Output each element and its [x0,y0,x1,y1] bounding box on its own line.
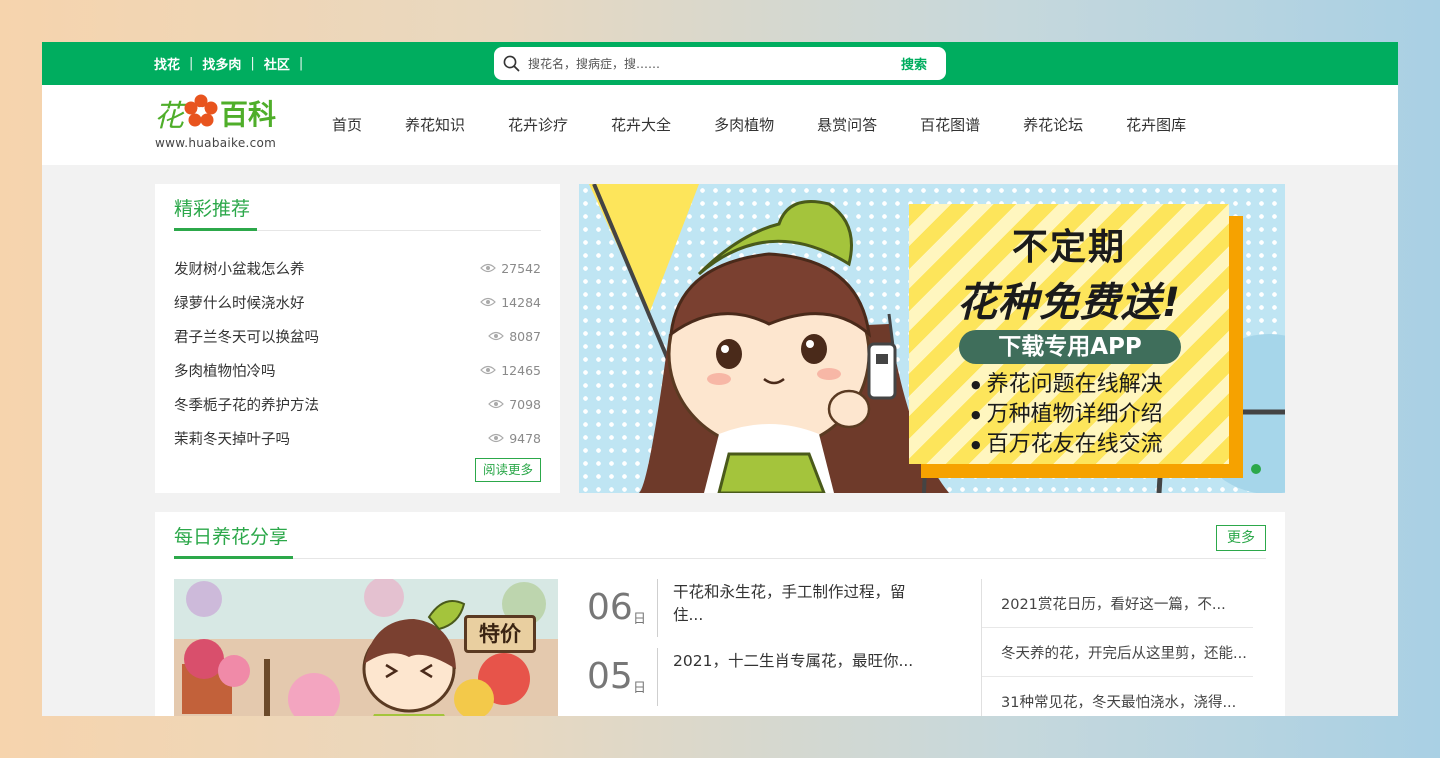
sale-tag: 特价 [464,615,536,653]
nav-item-atlas[interactable]: 百花图谱 [920,114,980,135]
dated-article-title: 2021，十二生肖专属花，最旺你... [673,652,914,670]
view-count: 7098 [488,397,541,412]
date-number: 06 日 [587,579,657,637]
logo-name-part2: 百科 [220,98,277,131]
view-count: 27542 [480,261,541,276]
eye-icon [488,331,505,341]
more-button[interactable]: 更多 [1216,525,1266,551]
promo-bullet: 万种植物详细介绍 [971,400,1163,430]
separator: | [298,56,304,71]
article-title: 茉莉冬天掉叶子吗 [174,431,290,448]
view-count-value: 14284 [501,294,541,310]
logo-url: www.huabaike.com [155,136,277,150]
list-item[interactable]: 31种常见花，冬天最怕浇水，浇得... [982,677,1253,716]
article-title: 多肉植物怕冷吗 [174,363,276,380]
nav-item-succulents[interactable]: 多肉植物 [714,114,774,135]
promo-line-1: 不定期 [1011,227,1126,268]
featured-photo[interactable]: 特价 [174,579,558,716]
nav-item-home[interactable]: 首页 [332,114,362,135]
date-unit: 日 [633,612,647,627]
download-app-pill: 下载专用APP [959,330,1181,364]
top-links: 找花 | 找多肉 | 社区 | [154,54,312,73]
daily-title: 每日养花分享 [174,526,289,548]
title-underline [174,556,293,559]
list-item[interactable]: 茉莉冬天掉叶子吗 9478 [174,421,541,455]
date-number: 05 日 [587,648,657,706]
dated-article-title: 干花和永生花，手工制作过程，留住... [673,583,906,624]
featured-title: 精彩推荐 [174,198,251,220]
nav-item-diagnosis[interactable]: 花卉诊疗 [508,114,568,135]
promo-bullet: 养花问题在线解决 [971,370,1163,400]
promo-banner[interactable]: 不定期 花种免费送! 下载专用APP 养花问题在线解决 万种植物详细介绍 百万花… [579,184,1285,493]
site-logo[interactable]: 花 百科 www.huabaike.com [154,89,294,153]
logo-text: 花 百科 [154,93,277,134]
flower-icon [184,94,218,132]
separator: | [250,56,255,71]
read-more-button[interactable]: 阅读更多 [475,458,541,482]
view-count-value: 7098 [509,396,541,412]
nav-item-gallery[interactable]: 花卉图库 [1126,114,1186,135]
nav-item-qa[interactable]: 悬赏问答 [817,114,877,135]
search-button[interactable]: 搜索 [882,54,946,73]
view-count: 8087 [488,329,541,344]
dated-article[interactable]: 06 日 干花和永生花，手工制作过程，留住... [587,579,928,637]
eye-icon [480,263,497,273]
list-item[interactable]: 绿萝什么时候浇水好 14284 [174,285,541,319]
featured-panel: 精彩推荐 发财树小盆栽怎么养 27542 绿萝什么时候浇水好 14284 君子兰… [155,184,560,493]
daily-share-panel: 每日养花分享 更多 特价 06 日 干花和永生花，手工制作过程，留住... 05… [155,512,1285,716]
article-title: 发财树小盆栽怎么养 [174,261,305,278]
title-underline [174,228,257,231]
dated-article[interactable]: 05 日 2021，十二生肖专属花，最旺你... [587,648,928,706]
view-count-value: 27542 [501,260,541,276]
search-input[interactable] [528,48,882,79]
main-nav: 首页 养花知识 花卉诊疗 花卉大全 多肉植物 悬赏问答 百花图谱 养花论坛 花卉… [332,114,1229,135]
promo-card: 不定期 花种免费送! 下载专用APP 养花问题在线解决 万种植物详细介绍 百万花… [909,204,1229,464]
list-item[interactable]: 发财树小盆栽怎么养 27542 [174,251,541,285]
featured-list: 发财树小盆栽怎么养 27542 绿萝什么时候浇水好 14284 君子兰冬天可以换… [174,251,541,455]
top-link-flowers[interactable]: 找花 [154,54,180,73]
divider [174,558,1266,559]
top-bar: 找花 | 找多肉 | 社区 | 搜索 [42,42,1398,85]
eye-icon [480,365,497,375]
eye-icon [488,399,505,409]
date-day: 06 [587,587,633,628]
side-article-list: 2021赏花日历，看好这一篇，不... 冬天养的花，开完后从这里剪，还能... … [981,579,1253,716]
list-item[interactable]: 冬季栀子花的养护方法 7098 [174,387,541,421]
promo-bullets: 养花问题在线解决 万种植物详细介绍 百万花友在线交流 [971,370,1163,460]
view-count: 14284 [480,295,541,310]
list-item[interactable]: 2021赏花日历，看好这一篇，不... [982,579,1253,628]
search-box: 搜索 [494,47,946,80]
list-item[interactable]: 君子兰冬天可以换盆吗 8087 [174,319,541,353]
carousel-indicator[interactable] [1251,464,1261,474]
logo-name-part1: 花 [154,99,184,134]
top-link-succulents[interactable]: 找多肉 [202,54,241,73]
view-count-value: 8087 [509,328,541,344]
view-count-value: 9478 [509,430,541,446]
promo-line-2: 花种免费送! [956,280,1182,326]
search-icon [494,47,528,80]
nav-item-forum[interactable]: 养花论坛 [1023,114,1083,135]
view-count-value: 12465 [501,362,541,378]
promo-bullet: 百万花友在线交流 [971,430,1163,460]
article-title: 冬季栀子花的养护方法 [174,397,319,414]
view-count: 12465 [480,363,541,378]
view-count: 9478 [488,431,541,446]
separator: | [189,56,194,71]
date-day: 05 [587,656,633,697]
top-link-community[interactable]: 社区 [264,54,290,73]
nav-item-knowledge[interactable]: 养花知识 [405,114,465,135]
nav-item-encyclopedia[interactable]: 花卉大全 [611,114,671,135]
site-header: 花 百科 www.huabaike.com 首页 养花知识 花卉诊疗 花卉大全 … [42,85,1398,165]
eye-icon [480,297,497,307]
browser-frame: 找花 | 找多肉 | 社区 | 搜索 花 [42,42,1398,716]
eye-icon [488,433,505,443]
list-item[interactable]: 多肉植物怕冷吗 12465 [174,353,541,387]
date-unit: 日 [633,681,647,696]
article-title: 绿萝什么时候浇水好 [174,295,305,312]
article-title: 君子兰冬天可以换盆吗 [174,329,319,346]
list-item[interactable]: 冬天养的花，开完后从这里剪，还能... [982,628,1253,677]
